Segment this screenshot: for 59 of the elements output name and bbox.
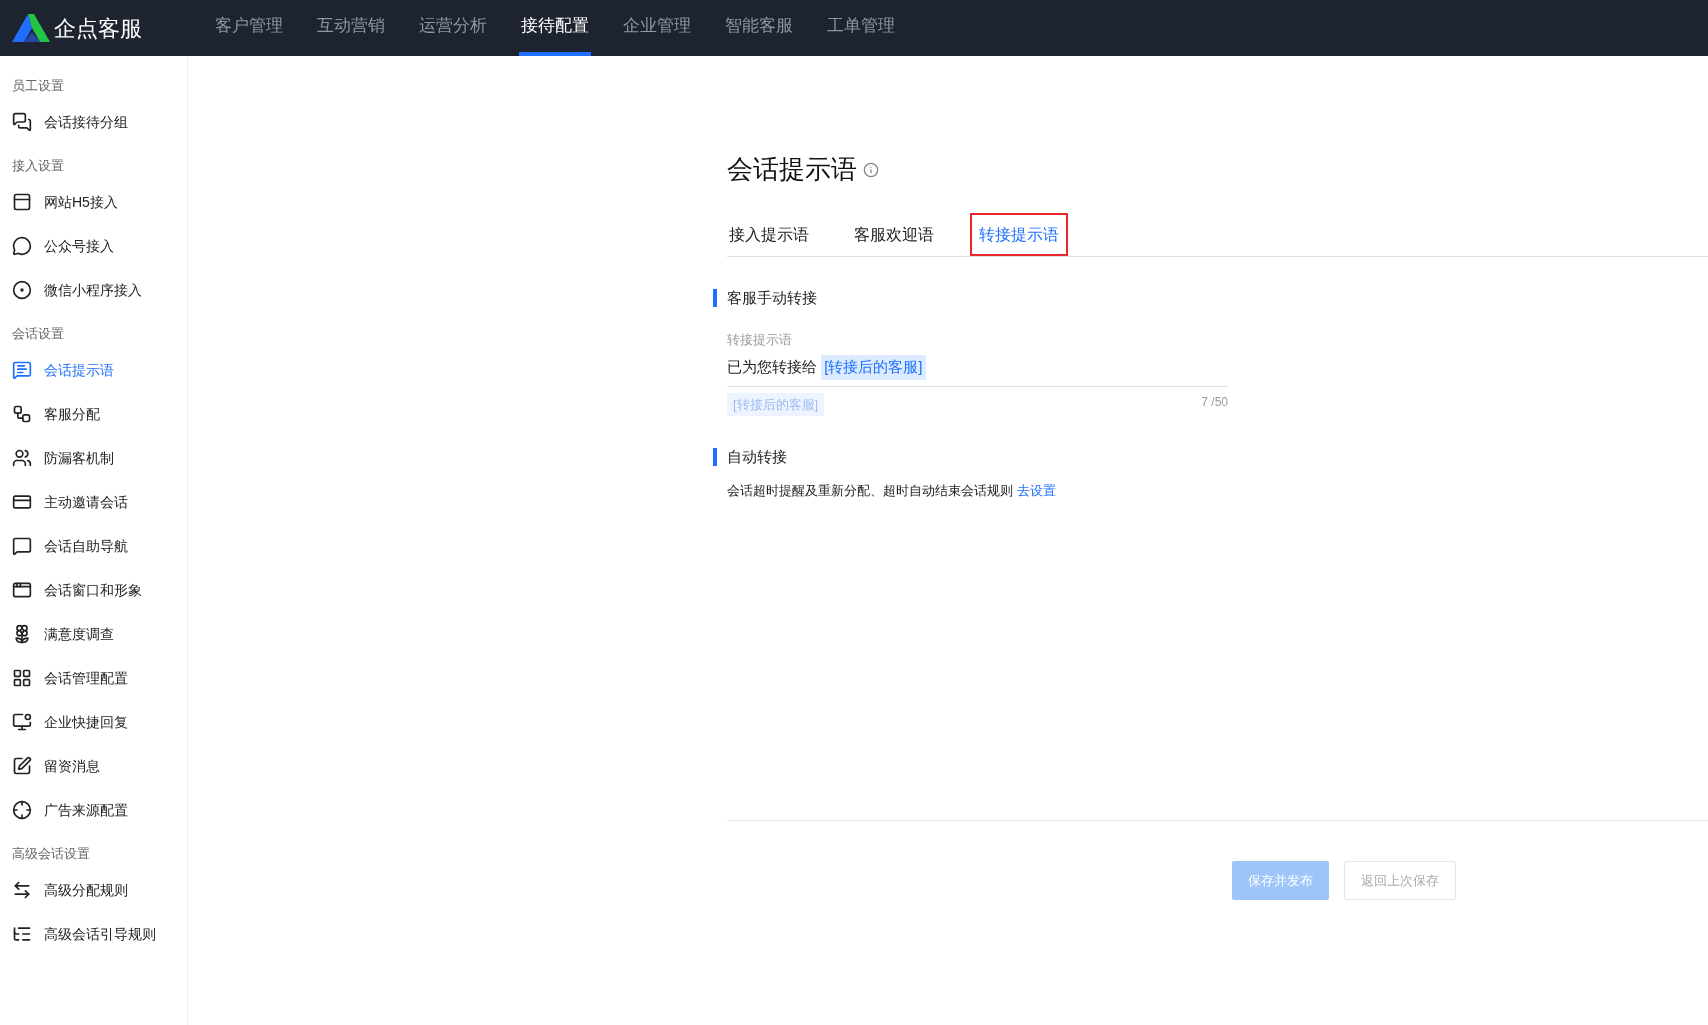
nav-tab[interactable]: 智能客服 [723, 0, 795, 56]
prompt-input-field[interactable]: 已为您转接给 [转接后的客服] [727, 355, 1228, 387]
nav-tab[interactable]: 运营分析 [417, 0, 489, 56]
message-icon [12, 536, 32, 556]
nav-tab[interactable]: 工单管理 [825, 0, 897, 56]
tab[interactable]: 接入提示语 [727, 213, 818, 256]
sidebar-item[interactable]: 会话管理配置 [0, 656, 187, 700]
app-window-icon [12, 580, 32, 600]
nav-tab[interactable]: 互动营销 [315, 0, 387, 56]
sidebar-item[interactable]: 网站H5接入 [0, 180, 187, 224]
field-label: 转接提示语 [727, 330, 793, 349]
circle-dot-icon [12, 280, 32, 300]
section-heading: 自动转接 [727, 447, 787, 467]
nav-tab[interactable]: 接待配置 [519, 0, 591, 56]
sidebar-heading: 高级会话设置 [11, 845, 91, 864]
sidebar-item[interactable]: 广告来源配置 [0, 788, 187, 832]
sidebar-item[interactable]: 企业快捷回复 [0, 700, 187, 744]
sidebar-item[interactable]: 主动邀请会话 [0, 480, 187, 524]
sidebar-heading: 员工设置 [11, 77, 65, 96]
sidebar-item[interactable]: 会话提示语 [0, 348, 187, 392]
page-title: 会话提示语 [727, 153, 857, 186]
users-icon [12, 448, 32, 468]
sidebar-item[interactable]: 会话窗口和形象 [0, 568, 187, 612]
section-marker [713, 289, 717, 308]
nav-tab[interactable]: 企业管理 [621, 0, 693, 56]
window-icon [12, 192, 32, 212]
section-heading: 客服手动转接 [727, 288, 817, 308]
nav-tab[interactable]: 客户管理 [213, 0, 285, 56]
swap-arrows-icon [12, 880, 32, 900]
sidebar-item[interactable]: 公众号接入 [0, 224, 187, 268]
sidebar-heading: 会话设置 [11, 325, 65, 344]
sidebar-item[interactable]: 留资消息 [0, 744, 187, 788]
sidebar-heading: 接入设置 [11, 157, 65, 176]
workflow-icon [12, 404, 32, 424]
sidebar-item[interactable]: 满意度调查 [0, 612, 187, 656]
edit-icon [12, 756, 32, 776]
sidebar-item[interactable]: 防漏客机制 [0, 436, 187, 480]
settings-link[interactable]: 去设置 [1016, 482, 1056, 498]
sidebar-item[interactable]: 客服分配 [0, 392, 187, 436]
brand-name: 企点客服 [54, 14, 142, 43]
tab[interactable]: 转接提示语 [970, 213, 1068, 256]
sidebar-item[interactable]: 高级会话引导规则 [0, 912, 187, 956]
list-tree-icon [12, 924, 32, 944]
sidebar-item[interactable]: 会话接待分组 [0, 100, 187, 144]
character-counter: 7 /50 [1201, 393, 1228, 411]
flower-icon [12, 624, 32, 644]
tab[interactable]: 客服欢迎语 [845, 213, 943, 256]
info-icon[interactable] [863, 161, 879, 178]
crosshair-icon [12, 800, 32, 820]
monitor-icon [12, 712, 32, 732]
chat-bubble-icon [12, 236, 32, 256]
sidebar-item[interactable]: 会话自助导航 [0, 524, 187, 568]
sidebar-item[interactable]: 高级分配规则 [0, 868, 187, 912]
sidebar-item[interactable]: 微信小程序接入 [0, 268, 187, 312]
card-icon [12, 492, 32, 512]
logo-icon [12, 14, 50, 42]
chat-bubbles-icon [12, 112, 32, 132]
auto-transfer-description: 会话超时提醒及重新分配、超时自动结束会话规则 去设置 [727, 481, 1057, 500]
section-marker [713, 448, 717, 467]
